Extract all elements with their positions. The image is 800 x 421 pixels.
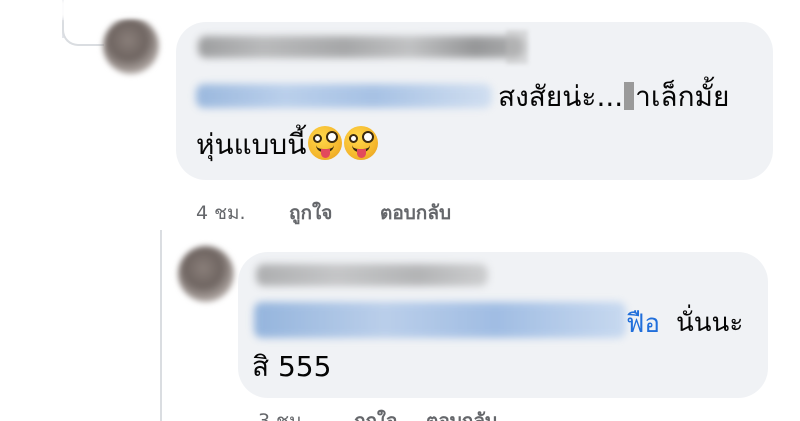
comment-text-line-2: หุ่นแบบนี้ xyxy=(196,122,379,168)
thread-connector-curve xyxy=(62,20,104,46)
commenter-name-blurred[interactable] xyxy=(198,36,524,58)
blur-overlay-top xyxy=(0,0,500,18)
comment-timestamp[interactable]: 4 ชม. xyxy=(196,198,246,228)
reply-actions: 3 ชม. ถูกใจ ตอบกลับ xyxy=(258,406,658,421)
reply-reply-button[interactable]: ตอบกลับ xyxy=(426,406,497,421)
zany-face-emoji xyxy=(308,126,343,160)
censor-block xyxy=(506,30,528,64)
replier-name-blurred[interactable] xyxy=(256,264,488,286)
reply-thread-connector xyxy=(160,230,162,421)
comment-text-line-2-words: หุ่นแบบนี้ xyxy=(196,128,307,161)
reply-like-button[interactable]: ถูกใจ xyxy=(354,406,397,421)
comment-text-after-censor: าเล็กมั้ย xyxy=(635,80,730,113)
censor-block-inline xyxy=(624,82,635,110)
mention-tag-blurred[interactable] xyxy=(196,84,492,108)
blur-overlay xyxy=(165,232,630,246)
reply-timestamp[interactable]: 3 ชม. xyxy=(258,406,308,421)
comment-text-before-censor: สงสัยน่ะ... xyxy=(498,80,624,113)
mention-link[interactable]: ฟือ xyxy=(626,304,660,344)
comment-text-line-1: สงสัยน่ะ... าเล็กมั้ย xyxy=(498,74,729,120)
replier-avatar[interactable] xyxy=(178,246,234,302)
comment-thread: สงสัยน่ะ... าเล็กมั้ย หุ่นแบบนี้ 4 ชม. ถู… xyxy=(0,0,800,421)
commenter-avatar[interactable] xyxy=(103,18,159,74)
zany-face-emoji xyxy=(344,126,379,160)
reply-button[interactable]: ตอบกลับ xyxy=(380,198,451,228)
comment-actions: 4 ชม. ถูกใจ ตอบกลับ xyxy=(196,198,596,224)
reply-text-line-1: นั่นนะ xyxy=(676,308,744,338)
reply-text-line-2: สิ 555 xyxy=(252,350,332,383)
reply-mention-tag-blurred[interactable] xyxy=(254,302,626,338)
like-button[interactable]: ถูกใจ xyxy=(289,198,332,228)
